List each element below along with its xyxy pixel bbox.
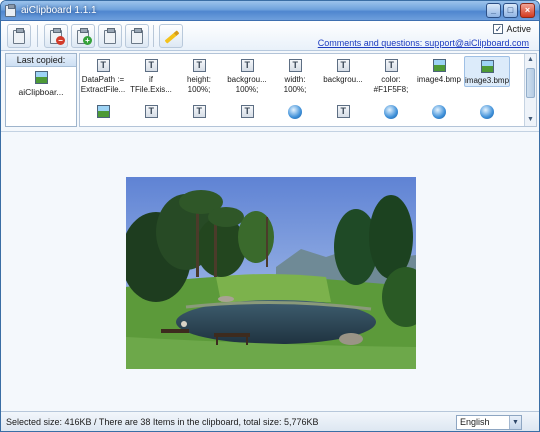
clipboard-item[interactable]: image4.bmp — [416, 56, 462, 85]
toolbar: − + ✓ Active Comments and questions: sup… — [1, 21, 539, 51]
clipboard-item[interactable]: if TFile.Exis... — [128, 56, 174, 94]
scrollbar-thumb[interactable] — [526, 68, 535, 98]
app-window: aiClipboard 1.1.1 _ □ × − + ✓ Active Com… — [0, 0, 540, 432]
clipboard-items-list: DataPath := ExtractFile...if TFile.Exis.… — [79, 53, 537, 127]
last-copied-panel: Last copied: aiClipboar... — [5, 53, 77, 127]
image-icon — [96, 105, 110, 118]
clipboard-item[interactable] — [464, 105, 510, 119]
text-icon — [336, 59, 350, 72]
text-icon — [384, 59, 398, 72]
active-toggle[interactable]: ✓ Active — [493, 24, 531, 34]
scroll-down-icon[interactable]: ▼ — [525, 114, 536, 126]
clipboard-item-label: image3.bmp — [465, 76, 509, 85]
globe-icon — [288, 105, 302, 119]
clipboard-item[interactable] — [416, 105, 462, 119]
paste-button[interactable] — [125, 24, 149, 48]
paste-icon — [131, 28, 143, 44]
copy-button[interactable] — [98, 24, 122, 48]
pencil-icon — [164, 30, 180, 44]
add-item-button[interactable]: + — [71, 24, 95, 48]
delete-item-button[interactable]: − — [44, 24, 68, 48]
clipboard-item-label: image4.bmp — [416, 75, 462, 84]
clipboard-item[interactable] — [128, 105, 174, 118]
clipboard-item-label: if TFile.Exis... — [130, 75, 172, 94]
clipboard-item[interactable]: backgrou... 100%; — [224, 56, 270, 94]
clipboard-item[interactable] — [224, 105, 270, 118]
delete-icon: − — [56, 36, 65, 45]
last-copied-label: aiClipboar... — [18, 87, 64, 97]
text-icon — [144, 105, 158, 118]
text-icon — [144, 59, 158, 72]
title-bar[interactable]: aiClipboard 1.1.1 _ □ × — [1, 1, 539, 21]
text-icon — [288, 59, 302, 72]
app-clipboard-icon — [5, 4, 16, 17]
toolbar-separator — [153, 25, 154, 47]
language-value: English — [460, 417, 490, 427]
clipboard-item-label: height: 100%; — [186, 75, 212, 94]
copy-icon — [104, 28, 116, 44]
clipboard-item[interactable]: width: 100%; — [272, 56, 318, 94]
clipboard-item-label: backgrou... — [323, 75, 363, 84]
items-scrollbar[interactable]: ▲ ▼ — [524, 54, 536, 126]
text-icon — [192, 105, 206, 118]
support-email-link[interactable]: Comments and questions: support@aiClipbo… — [318, 38, 529, 48]
clipboard-item[interactable]: image3.bmp — [464, 56, 510, 87]
clipboard-item[interactable]: backgrou... — [320, 56, 366, 85]
status-bar: Selected size: 416KB / There are 38 Item… — [1, 411, 539, 431]
status-text: Selected size: 416KB / There are 38 Item… — [6, 417, 319, 427]
minimize-button[interactable]: _ — [486, 3, 501, 18]
clipboard-icon — [13, 28, 25, 44]
scroll-up-icon[interactable]: ▲ — [525, 54, 536, 66]
clipboard-item[interactable]: color: #F1F5F8; — [368, 56, 414, 94]
globe-icon — [384, 105, 398, 119]
clipboard-item[interactable] — [176, 105, 222, 118]
clipboard-item-label: color: #F1F5F8; — [373, 75, 409, 94]
last-copied-item[interactable]: aiClipboar... — [10, 71, 72, 97]
clipboard-item-label: backgrou... 100%; — [227, 75, 267, 94]
text-icon — [240, 59, 254, 72]
image-icon — [34, 71, 48, 84]
preview-image — [126, 177, 416, 369]
preview-area — [1, 131, 539, 411]
add-icon: + — [83, 36, 92, 45]
globe-icon — [480, 105, 494, 119]
text-icon — [240, 105, 254, 118]
close-button[interactable]: × — [520, 3, 535, 18]
clipboard-item[interactable] — [320, 105, 366, 118]
maximize-button[interactable]: □ — [503, 3, 518, 18]
clipboard-item-label: width: 100%; — [283, 75, 307, 94]
clipboard-item-label: DataPath := ExtractFile... — [80, 75, 126, 94]
clipboard-item[interactable]: height: 100%; — [176, 56, 222, 94]
last-copied-header: Last copied: — [6, 54, 76, 67]
toolbar-separator — [37, 25, 38, 47]
language-select[interactable]: English ▼ — [456, 415, 522, 430]
clipboard-item[interactable] — [272, 105, 318, 119]
chevron-down-icon[interactable]: ▼ — [509, 416, 521, 429]
clipboard-item[interactable] — [368, 105, 414, 119]
window-title: aiClipboard 1.1.1 — [21, 5, 97, 16]
active-label: Active — [506, 24, 531, 34]
globe-icon — [432, 105, 446, 119]
text-icon — [96, 59, 110, 72]
edit-button[interactable] — [159, 24, 183, 48]
clipboard-button[interactable] — [7, 24, 31, 48]
active-checkbox[interactable]: ✓ — [493, 24, 504, 34]
image-icon — [432, 59, 446, 72]
image-icon — [480, 60, 494, 73]
clipboard-item[interactable] — [80, 105, 126, 118]
clipboard-item[interactable]: DataPath := ExtractFile... — [80, 56, 126, 94]
text-icon — [192, 59, 206, 72]
text-icon — [336, 105, 350, 118]
